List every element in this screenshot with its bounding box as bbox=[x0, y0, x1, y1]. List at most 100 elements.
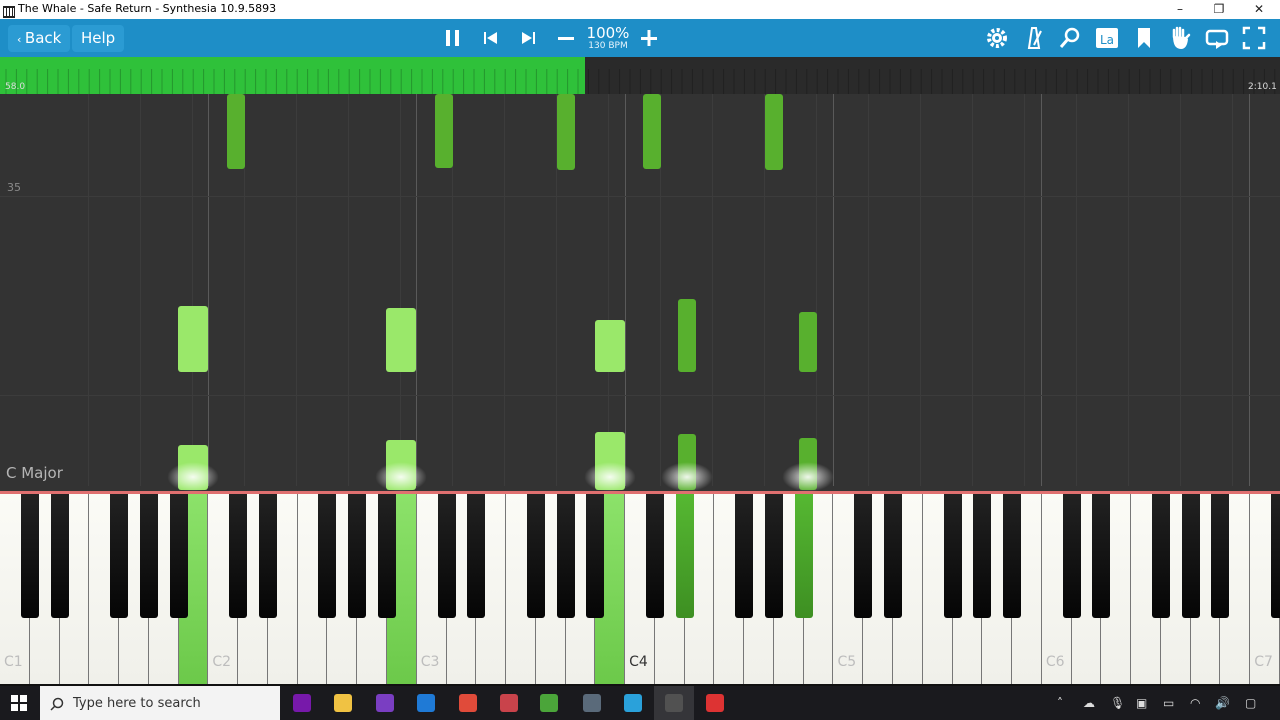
hand-icon[interactable] bbox=[1165, 23, 1195, 53]
falling-note bbox=[678, 299, 696, 372]
settings-icon[interactable] bbox=[982, 23, 1012, 53]
chevron-left-icon: ‹ bbox=[17, 33, 25, 46]
piano-black-key[interactable] bbox=[556, 494, 575, 618]
tempo-percent: 100% bbox=[586, 24, 630, 42]
roll-octave-line bbox=[416, 94, 417, 486]
piano-black-key[interactable] bbox=[50, 494, 69, 618]
roll-gridline bbox=[712, 94, 713, 486]
roll-gridline bbox=[1232, 94, 1233, 486]
roll-gridline bbox=[1076, 94, 1077, 486]
window-title: The Whale - Safe Return - Synthesia 10.9… bbox=[18, 2, 277, 15]
piano-black-key[interactable] bbox=[1003, 494, 1022, 618]
app-icon[interactable] bbox=[583, 694, 601, 712]
measure-number: 35 bbox=[7, 181, 21, 194]
roll-gridline bbox=[816, 94, 817, 486]
piano-black-key[interactable] bbox=[229, 494, 248, 618]
app-icon[interactable] bbox=[540, 694, 558, 712]
fullscreen-icon[interactable] bbox=[1239, 23, 1269, 53]
falling-note bbox=[178, 306, 208, 372]
piano-black-key[interactable] bbox=[437, 494, 456, 618]
roll-gridline bbox=[192, 94, 193, 486]
piano-black-key[interactable] bbox=[645, 494, 664, 618]
falling-note bbox=[386, 308, 416, 372]
piano-black-key[interactable] bbox=[169, 494, 188, 618]
previous-icon[interactable] bbox=[476, 23, 506, 53]
app-icon[interactable] bbox=[500, 694, 518, 712]
file-explorer-icon[interactable] bbox=[334, 694, 352, 712]
octave-label: C7 bbox=[1254, 654, 1273, 670]
piano-black-key[interactable] bbox=[735, 494, 754, 618]
piano-black-key[interactable] bbox=[1211, 494, 1230, 618]
octave-label: C1 bbox=[4, 654, 23, 670]
roll-octave-line bbox=[833, 94, 834, 486]
piano-black-key[interactable] bbox=[1181, 494, 1200, 618]
piano-black-key[interactable] bbox=[1062, 494, 1081, 618]
song-progress-bar[interactable] bbox=[0, 57, 1280, 94]
plus-icon[interactable] bbox=[634, 23, 664, 53]
chrome-icon[interactable] bbox=[459, 694, 477, 712]
note-hit-glow bbox=[782, 462, 834, 492]
piano-black-key[interactable] bbox=[764, 494, 783, 618]
tray-app-icon[interactable]: ▣ bbox=[1136, 696, 1147, 710]
recorder-icon[interactable] bbox=[706, 694, 724, 712]
notifications-icon[interactable]: ▢ bbox=[1245, 696, 1256, 710]
app-icon[interactable] bbox=[376, 694, 394, 712]
minimize-button[interactable]: – bbox=[1161, 0, 1199, 19]
svg-text:La: La bbox=[1100, 33, 1114, 47]
piano-black-key[interactable] bbox=[1271, 494, 1280, 618]
piano-black-key[interactable] bbox=[884, 494, 903, 618]
zoom-icon[interactable] bbox=[1055, 23, 1085, 53]
piano-black-key[interactable] bbox=[586, 494, 605, 618]
piano-black-key[interactable] bbox=[675, 494, 694, 618]
piano-black-key[interactable] bbox=[318, 494, 337, 618]
piano-black-key[interactable] bbox=[258, 494, 277, 618]
piano-keyboard[interactable]: C1 C2 C3 C4 C5 C6 C7 bbox=[0, 494, 1280, 686]
piano-black-key[interactable] bbox=[526, 494, 545, 618]
piano-black-key[interactable] bbox=[1092, 494, 1111, 618]
piano-black-key[interactable] bbox=[110, 494, 129, 618]
windows-start-icon[interactable] bbox=[10, 694, 28, 712]
volume-icon[interactable]: 🔊 bbox=[1215, 696, 1230, 710]
close-button[interactable]: ✕ bbox=[1240, 0, 1278, 19]
roll-gridline bbox=[608, 94, 609, 486]
microphone-icon[interactable]: 🎙 bbox=[1110, 696, 1125, 710]
piano-black-key[interactable] bbox=[467, 494, 486, 618]
piano-black-key[interactable] bbox=[854, 494, 873, 618]
roll-gridline bbox=[296, 94, 297, 486]
note-hit-glow bbox=[661, 462, 713, 492]
octave-label: C6 bbox=[1045, 654, 1065, 670]
piano-black-key[interactable] bbox=[377, 494, 396, 618]
piano-black-key[interactable] bbox=[794, 494, 813, 618]
next-icon[interactable] bbox=[513, 23, 543, 53]
onenote-icon[interactable] bbox=[293, 694, 311, 712]
piano-black-key[interactable] bbox=[1151, 494, 1170, 618]
help-button[interactable]: Help bbox=[72, 25, 125, 52]
battery-icon[interactable]: ▭ bbox=[1163, 696, 1174, 710]
falling-note bbox=[799, 312, 817, 372]
octave-label: C5 bbox=[837, 654, 857, 670]
piano-black-key[interactable] bbox=[348, 494, 367, 618]
back-button[interactable]: ‹ Back bbox=[8, 25, 71, 52]
network-app-icon[interactable]: ☁ bbox=[1083, 696, 1095, 710]
search-icon bbox=[50, 696, 64, 711]
bookmark-icon[interactable] bbox=[1129, 23, 1159, 53]
pause-icon[interactable] bbox=[438, 23, 468, 53]
piano-black-key[interactable] bbox=[139, 494, 158, 618]
falling-note bbox=[765, 94, 783, 170]
chevron-up-icon[interactable]: ˄ bbox=[1057, 696, 1063, 710]
loop-icon[interactable] bbox=[1202, 23, 1232, 53]
telegram-icon[interactable] bbox=[624, 694, 642, 712]
roll-measure-line bbox=[0, 196, 1280, 197]
roll-gridline bbox=[400, 94, 401, 486]
wifi-icon[interactable]: ◠ bbox=[1190, 696, 1200, 710]
piano-black-key[interactable] bbox=[20, 494, 39, 618]
calendar-icon[interactable] bbox=[417, 694, 435, 712]
piano-black-key[interactable] bbox=[973, 494, 992, 618]
piano-black-key[interactable] bbox=[943, 494, 962, 618]
falling-note bbox=[557, 94, 575, 170]
roll-gridline bbox=[868, 94, 869, 486]
minus-icon[interactable] bbox=[551, 23, 581, 53]
restore-button[interactable]: ❐ bbox=[1200, 0, 1238, 19]
label-icon[interactable]: La bbox=[1092, 23, 1122, 53]
metronome-icon[interactable] bbox=[1019, 23, 1049, 53]
